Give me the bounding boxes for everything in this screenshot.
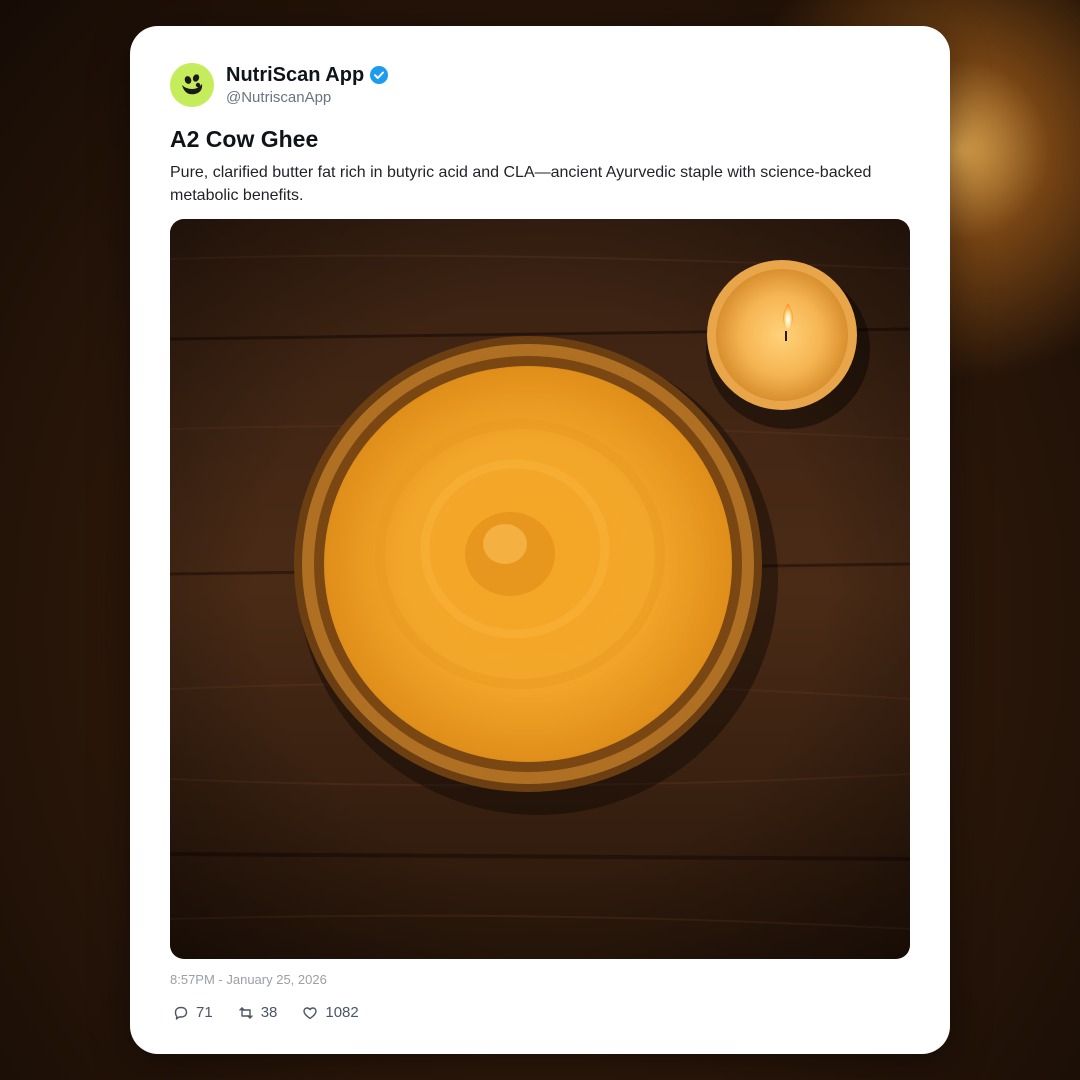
post-title: A2 Cow Ghee	[170, 126, 319, 152]
heart-icon	[303, 1006, 318, 1019]
post-description: Pure, clarified butter fat rich in butyr…	[170, 164, 872, 204]
post-timestamp: 8:57PM - January 25, 2026	[170, 972, 327, 987]
author-handle[interactable]: @NutriscanApp	[226, 88, 389, 108]
reply-count: 71	[196, 1004, 213, 1021]
retweet-icon	[238, 1006, 253, 1019]
nutriscan-logo-icon	[182, 74, 203, 95]
verified-badge-icon	[369, 65, 389, 85]
post-header: NutriScan App @NutriscanApp	[170, 62, 910, 108]
action-bar: 71 38 1082	[170, 1004, 381, 1021]
reply-button[interactable]: 71	[170, 1004, 213, 1021]
post-image[interactable]	[170, 219, 910, 959]
retweet-count: 38	[260, 1004, 278, 1021]
author-display-name[interactable]: NutriScan App	[226, 63, 364, 87]
like-button[interactable]: 1082	[299, 1004, 359, 1021]
author-info: NutriScan App @NutriscanApp	[226, 63, 389, 108]
like-count: 1082	[325, 1004, 359, 1021]
ghee-bowl-photo	[170, 219, 910, 959]
avatar[interactable]	[170, 63, 214, 107]
retweet-button[interactable]: 38	[235, 1004, 278, 1021]
post-card: NutriScan App @NutriscanApp A2 Cow Ghee …	[130, 26, 950, 1054]
reply-icon	[174, 1006, 188, 1020]
